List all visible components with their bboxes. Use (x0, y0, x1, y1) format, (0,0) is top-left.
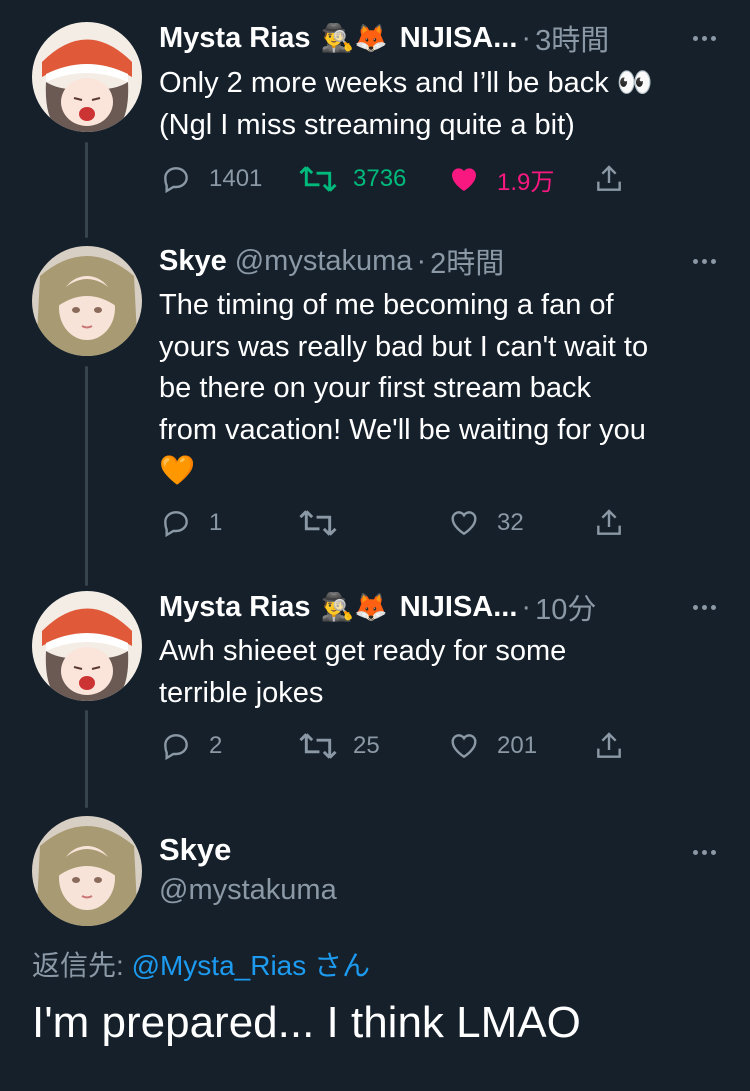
tweet[interactable]: Skye @mystakuma · 2時間 The timing of me b… (0, 241, 750, 561)
more-icon[interactable] (693, 36, 716, 41)
avatar[interactable] (32, 22, 142, 132)
author-extra: NIJISA... (399, 21, 518, 54)
tweet-line: terrible jokes (159, 676, 324, 709)
reply-button[interactable]: 1 (159, 503, 222, 543)
author-badges: 🕵️‍♂️🦊 (320, 23, 388, 53)
more-icon[interactable] (693, 259, 716, 264)
separator-dot: · (416, 244, 427, 277)
reply-button[interactable]: 1401 (159, 159, 262, 199)
tweet-line: from vacation! We'll be waiting for you (159, 413, 646, 446)
more-icon[interactable] (693, 850, 716, 855)
retweet-icon (299, 166, 337, 192)
tweet-line: be there on your first stream back (159, 372, 591, 404)
tweet-line: Only 2 more weeks and I’ll be back 👀 (159, 67, 653, 99)
retweet-count: 3736 (353, 165, 407, 192)
retweet-button[interactable] (299, 503, 353, 543)
retweet-icon (299, 733, 337, 759)
tweet-line: The timing of me becoming a fan of (159, 289, 614, 321)
author-name[interactable]: Mysta Rias (159, 22, 311, 55)
tweet-line: yours was really bad but I can't wait to (159, 330, 649, 363)
reply-prefix: 返信先: (32, 950, 132, 981)
like-count: 1.9万 (497, 168, 555, 196)
timestamp[interactable]: 2時間 (430, 240, 504, 282)
retweet-icon (299, 510, 337, 536)
avatar[interactable] (32, 591, 142, 701)
like-button[interactable]: 32 (447, 503, 524, 543)
tweet-text: Only 2 more weeks and I’ll be back 👀 (Ng… (159, 63, 729, 146)
retweet-button[interactable]: 25 (299, 726, 380, 766)
author-badges: 🕵️‍♂️🦊 (320, 592, 388, 622)
tweet-text: The timing of me becoming a fan of yours… (159, 285, 729, 493)
timestamp[interactable]: 10分 (535, 586, 596, 628)
tweet-line: Awh shieeet get ready for some (159, 635, 567, 667)
author-extra: NIJISA... (399, 590, 518, 623)
separator-dot: · (521, 590, 532, 623)
avatar[interactable] (32, 816, 142, 926)
like-button[interactable]: 1.9万 (447, 159, 554, 199)
reply-to-line: 返信先: @Mysta_Rias さん (32, 944, 370, 984)
tweet-header: Mysta Rias 🕵️‍♂️🦊 NIJISA... · 3時間 (159, 18, 750, 58)
tweet-header: Mysta Rias 🕵️‍♂️🦊 NIJISA... · 10分 (159, 587, 750, 627)
tweet-line: (Ngl I miss streaming quite a bit) (159, 108, 575, 141)
like-count: 32 (497, 509, 524, 536)
tweet[interactable]: Mysta Rias 🕵️‍♂️🦊 NIJISA... · 3時間 Only 2… (0, 18, 750, 218)
tweet-header: Skye @mystakuma · 2時間 (159, 241, 750, 281)
reply-count: 2 (209, 732, 223, 759)
avatar[interactable] (32, 246, 142, 356)
reply-count: 1 (209, 509, 223, 536)
separator-dot: · (521, 21, 532, 54)
action-bar: 2 25 201 (159, 726, 639, 766)
author-name[interactable]: Skye (159, 245, 227, 278)
share-button[interactable] (593, 159, 625, 199)
retweet-button[interactable]: 3736 (299, 159, 406, 199)
reply-mention-link[interactable]: @Mysta_Rias (132, 950, 307, 981)
tweet[interactable]: Mysta Rias 🕵️‍♂️🦊 NIJISA... · 10分 Awh sh… (0, 587, 750, 787)
like-count: 201 (497, 732, 538, 759)
share-button[interactable] (593, 726, 625, 766)
like-icon (451, 511, 477, 536)
author-handle[interactable]: @mystakuma (159, 874, 337, 907)
share-icon (597, 509, 621, 535)
reply-icon (164, 734, 188, 761)
author-name[interactable]: Skye (159, 832, 231, 868)
reply-suffix: さん (306, 950, 371, 981)
reply-count: 1401 (209, 165, 263, 192)
reply-button[interactable]: 2 (159, 726, 222, 766)
like-icon (451, 734, 477, 759)
share-icon (597, 732, 621, 758)
author-name[interactable]: Mysta Rias (159, 591, 311, 624)
like-button[interactable]: 201 (447, 726, 537, 766)
like-icon (452, 168, 476, 191)
retweet-count: 25 (353, 732, 380, 759)
action-bar: 1401 3736 1.9万 (159, 159, 639, 199)
share-button[interactable] (593, 503, 625, 543)
reply-icon (164, 167, 188, 194)
author-handle[interactable]: @mystakuma (235, 245, 413, 278)
reply-icon (164, 511, 188, 538)
tweet-text: Awh shieeet get ready for some terrible … (159, 631, 729, 714)
tweet-line: 🧡 (159, 455, 196, 487)
share-icon (597, 165, 621, 191)
more-icon[interactable] (693, 605, 716, 610)
timestamp[interactable]: 3時間 (535, 17, 609, 59)
action-bar: 1 32 (159, 503, 639, 543)
focused-tweet-text: I'm prepared... I think LMAO (32, 998, 581, 1047)
